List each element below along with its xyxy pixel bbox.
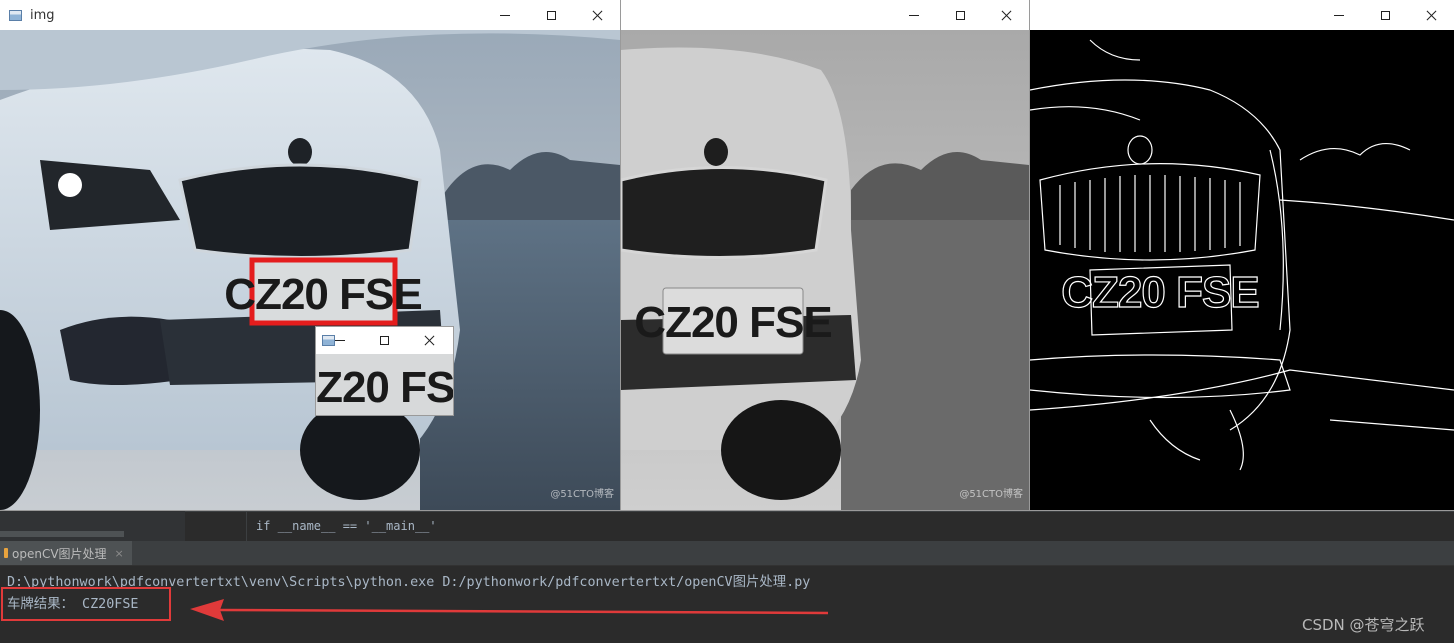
editor-scrollbar[interactable]	[0, 531, 124, 537]
plate-text-crop: CZ20 FSE	[316, 363, 453, 412]
close-icon[interactable]	[983, 0, 1029, 30]
window-title: img	[30, 7, 55, 23]
page-watermark: CSDN @苍穹之跃	[1302, 616, 1425, 634]
code-line[interactable]: if __name__ == '__main__'	[256, 519, 437, 533]
close-icon[interactable]	[1408, 0, 1454, 30]
run-tab-close-icon[interactable]: ×	[115, 547, 124, 560]
image-watermark: @51CTO博客	[959, 489, 1023, 500]
run-config-icon	[4, 548, 8, 558]
minimize-icon[interactable]	[891, 0, 937, 30]
editor-separator	[246, 511, 247, 541]
window-titlebar[interactable]	[1030, 0, 1454, 30]
minimize-icon[interactable]	[318, 327, 362, 354]
maximize-icon[interactable]	[362, 327, 406, 354]
edge-car-image: CZ20 FSE	[1030, 30, 1454, 510]
plate-text-edges: CZ20 FSE	[1061, 268, 1258, 317]
window-titlebar[interactable]	[621, 0, 1029, 30]
minimize-icon[interactable]	[482, 0, 528, 30]
run-tab[interactable]: openCV图片处理 ×	[0, 541, 132, 565]
run-tab-label: openCV图片处理	[12, 546, 107, 561]
gray-car-image: CZ20 FSE @51CTO博客	[621, 30, 1029, 510]
minimize-icon[interactable]	[1316, 0, 1362, 30]
arrow-icon	[190, 599, 829, 621]
plate-text-original: CZ20 FSE	[224, 270, 421, 319]
edge-image-window[interactable]: CZ20 FSE	[1030, 0, 1454, 510]
original-image-window[interactable]: img CZ20 FSE @51CTO博客	[0, 0, 620, 510]
plate-crop-window[interactable]: CZ20 FSE	[316, 327, 453, 415]
window-titlebar[interactable]	[316, 327, 453, 354]
maximize-icon[interactable]	[1362, 0, 1408, 30]
plate-crop-image: CZ20 FSE	[316, 354, 453, 415]
image-watermark: @51CTO博客	[550, 489, 614, 500]
window-titlebar[interactable]: img	[0, 0, 620, 30]
run-tool-window-tabs: openCV图片处理 ×	[0, 541, 1454, 566]
result-highlight-box	[1, 587, 171, 621]
maximize-icon[interactable]	[528, 0, 574, 30]
maximize-icon[interactable]	[937, 0, 983, 30]
close-icon[interactable]	[574, 0, 620, 30]
plate-text-gray: CZ20 FSE	[634, 298, 831, 347]
close-icon[interactable]	[407, 327, 451, 354]
editor-area	[0, 511, 1454, 542]
window-app-icon	[9, 9, 22, 21]
original-car-image: CZ20 FSE @51CTO博客	[0, 30, 620, 510]
gray-image-window[interactable]: CZ20 FSE @51CTO博客	[621, 0, 1029, 510]
